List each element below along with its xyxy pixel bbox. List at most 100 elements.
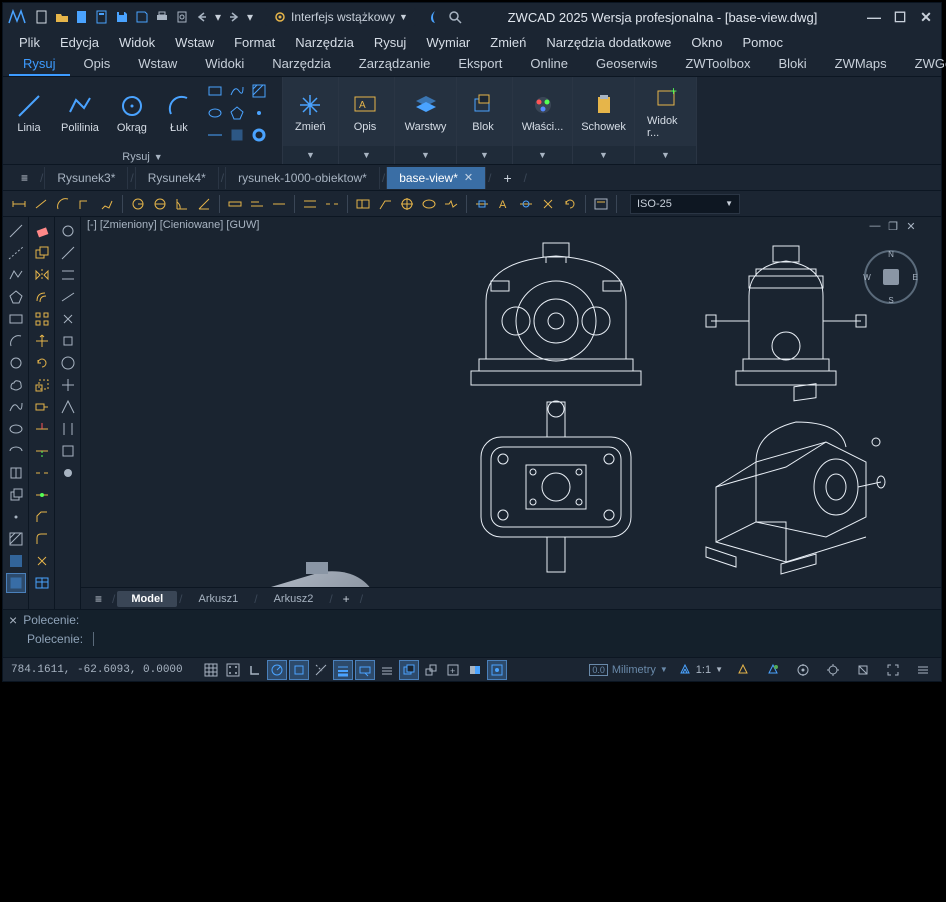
ribbon-tab-opis[interactable]: Opis <box>70 53 125 76</box>
jogline-icon[interactable] <box>441 194 461 214</box>
dimoverride-icon[interactable] <box>516 194 536 214</box>
fullscreen-icon[interactable] <box>883 660 903 680</box>
rect-icon[interactable] <box>205 81 225 101</box>
tool-g-icon[interactable] <box>58 353 78 373</box>
close-button[interactable]: ✕ <box>915 7 937 27</box>
hatch-icon[interactable] <box>249 81 269 101</box>
layout-tab-arkusz2[interactable]: Arkusz2 <box>260 591 328 607</box>
clipboard-tool[interactable]: Schowek <box>579 89 628 135</box>
new-doc-icon[interactable] <box>73 8 91 26</box>
tool-k-icon[interactable] <box>58 441 78 461</box>
menu-widok[interactable]: Widok <box>109 33 165 52</box>
redo-drop-icon[interactable]: ▾ <box>245 8 255 26</box>
revcloud-icon[interactable] <box>6 375 26 395</box>
doc-tabs-menu-icon[interactable]: ≡ <box>11 167 38 189</box>
ellipsearc-icon[interactable] <box>6 441 26 461</box>
circle-icon[interactable] <box>6 353 26 373</box>
tool-d-icon[interactable] <box>58 287 78 307</box>
dimstyle-dropdown[interactable]: ISO-25▼ <box>630 194 740 214</box>
annovisibility-icon[interactable] <box>733 660 753 680</box>
array-icon[interactable] <box>32 309 52 329</box>
layout-tab-model[interactable]: Model <box>117 591 177 607</box>
join-icon[interactable] <box>32 485 52 505</box>
region-icon[interactable] <box>6 573 26 593</box>
fillet-icon[interactable] <box>32 529 52 549</box>
tool-a-icon[interactable] <box>58 221 78 241</box>
dwgcompare-icon[interactable] <box>465 660 485 680</box>
block-icon[interactable] <box>6 485 26 505</box>
dimedit-icon[interactable] <box>472 194 492 214</box>
3dosnap-icon[interactable] <box>421 660 441 680</box>
viewport-minimize-icon[interactable]: — <box>867 219 883 233</box>
panel-expand-icon[interactable]: ▼ <box>538 150 547 160</box>
doc-tab-rysunek1000[interactable]: rysunek-1000-obiektow* <box>225 167 380 189</box>
command-input[interactable] <box>93 632 935 646</box>
ribbon-tab-eksport[interactable]: Eksport <box>444 53 516 76</box>
dim-jog-icon[interactable] <box>97 194 117 214</box>
annomonitor-icon[interactable] <box>487 660 507 680</box>
osnap-icon[interactable] <box>289 660 309 680</box>
undo-icon[interactable] <box>193 8 211 26</box>
offset-icon[interactable] <box>32 287 52 307</box>
annotation-tool[interactable]: AOpis <box>345 89 385 135</box>
drawing-canvas[interactable]: [-] [Zmieniony] [Cieniowane] [GUW] — ❐ ✕… <box>81 217 941 609</box>
dynmode-icon[interactable] <box>355 660 375 680</box>
units-dropdown[interactable]: 0.0 Milimetry ▼ <box>589 664 667 676</box>
new-icon[interactable] <box>33 8 51 26</box>
pline-icon[interactable] <box>6 265 26 285</box>
tool-c-icon[interactable] <box>58 265 78 285</box>
ribbon-tab-zwmaps[interactable]: ZWMaps <box>821 53 901 76</box>
arc-tool[interactable]: Łuk <box>159 90 199 136</box>
doc-tab-baseview[interactable]: base-view*✕ <box>386 167 486 189</box>
menu-okno[interactable]: Okno <box>681 33 732 52</box>
grid-icon[interactable] <box>201 660 221 680</box>
panel-expand-icon[interactable]: ▼ <box>480 150 489 160</box>
doc-tab-rysunek3[interactable]: Rysunek3* <box>44 167 128 189</box>
dim-break-icon[interactable] <box>322 194 342 214</box>
dimreassoc-icon[interactable] <box>538 194 558 214</box>
chamfer-icon[interactable] <box>32 507 52 527</box>
otrack-icon[interactable] <box>311 660 331 680</box>
annoautoscale-icon[interactable] <box>763 660 783 680</box>
panel-expand-icon[interactable]: ▼ <box>421 150 430 160</box>
viewport-close-icon[interactable]: ✕ <box>903 219 919 233</box>
ortho-icon[interactable] <box>245 660 265 680</box>
menu-narzedzia[interactable]: Narzędzia <box>285 33 364 52</box>
tool-b-icon[interactable] <box>58 243 78 263</box>
tool-l-icon[interactable] <box>58 463 78 483</box>
dim-continue-icon[interactable] <box>269 194 289 214</box>
region-icon[interactable] <box>227 125 247 145</box>
cmd-close-icon[interactable]: × <box>9 612 17 628</box>
tool-f-icon[interactable] <box>58 331 78 351</box>
extend-icon[interactable] <box>32 441 52 461</box>
menu-edycja[interactable]: Edycja <box>50 33 109 52</box>
stretch-icon[interactable] <box>32 397 52 417</box>
ribbon-tab-zwgeo[interactable]: ZWGeo <box>901 53 946 76</box>
menu-wymiar[interactable]: Wymiar <box>416 33 480 52</box>
dim-angular2-icon[interactable] <box>194 194 214 214</box>
template-icon[interactable] <box>93 8 111 26</box>
dim-aligned-icon[interactable] <box>31 194 51 214</box>
menu-narzedzia-dodatkowe[interactable]: Narzędzia dodatkowe <box>536 33 681 52</box>
hatch-icon[interactable] <box>6 529 26 549</box>
snap-icon[interactable] <box>223 660 243 680</box>
panel-expand-icon[interactable]: ▼ <box>306 150 315 160</box>
tolerance-icon[interactable] <box>353 194 373 214</box>
circle-tool[interactable]: Okrąg <box>111 90 153 136</box>
modify-tool[interactable]: Zmień <box>289 89 332 135</box>
dim-ord-icon[interactable] <box>75 194 95 214</box>
inspect-icon[interactable] <box>419 194 439 214</box>
spline-icon[interactable] <box>6 397 26 417</box>
cycling-icon[interactable] <box>399 660 419 680</box>
minimize-button[interactable]: — <box>863 7 885 27</box>
settings-icon[interactable] <box>823 660 843 680</box>
trim-icon[interactable] <box>32 419 52 439</box>
point-icon[interactable] <box>249 103 269 123</box>
dim-quick-icon[interactable] <box>225 194 245 214</box>
menu-pomoc[interactable]: Pomoc <box>733 33 793 52</box>
ribbon-tab-geoserwis[interactable]: Geoserwis <box>582 53 671 76</box>
menu-wstaw[interactable]: Wstaw <box>165 33 224 52</box>
mirror-icon[interactable] <box>32 265 52 285</box>
ribbon-tab-online[interactable]: Online <box>516 53 582 76</box>
dim-diameter-icon[interactable] <box>150 194 170 214</box>
